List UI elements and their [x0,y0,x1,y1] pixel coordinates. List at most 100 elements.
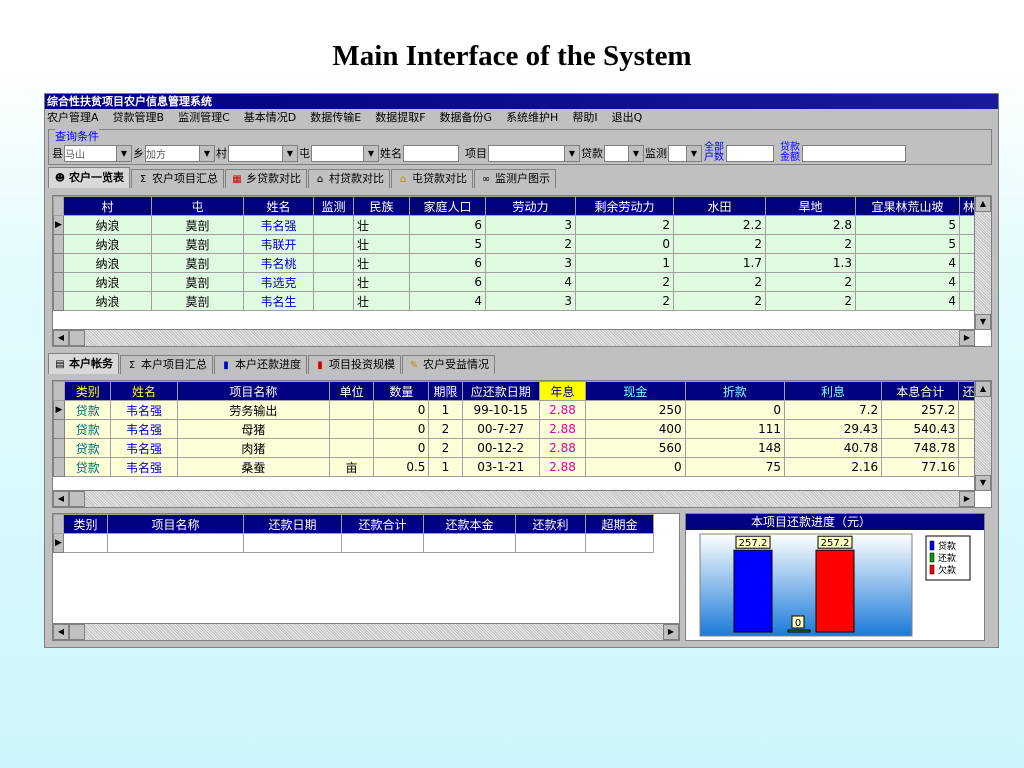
table-row[interactable]: 纳浪 莫剖 韦名桃 壮 6 3 1 1.7 1.3 4 [53,253,976,273]
tab-household-list[interactable]: ☻ 农户一览表 [48,167,130,188]
scroll-left-icon[interactable]: ◀ [53,330,69,346]
tab-township-loan-compare[interactable]: ▦ 乡贷款对比 [225,169,307,188]
tun-select[interactable]: ▼ [311,144,379,162]
menu-item-data-transfer[interactable]: 数据传输E [310,109,361,126]
column-header[interactable]: 监测 [313,196,354,216]
tab-investment-scale[interactable]: ▮ 项目投资规模 [308,355,401,374]
table-row[interactable]: ▶ 贷款 韦名强 劳务输出 0 1 99-10-15 2.88 250 0 7.2 257.2 [53,400,975,420]
column-header[interactable]: 还款日期 [243,514,342,534]
tab-household-benefit[interactable]: ✎ 农户受益情况 [402,355,495,374]
chevron-down-icon[interactable]: ▼ [363,145,378,161]
tab-monitor-chart[interactable]: ∞ 监测户图示 [474,169,556,188]
scroll-thumb[interactable] [69,624,85,640]
all-households-field[interactable] [726,144,774,162]
menu-item-data-extract[interactable]: 数据提取F [375,109,425,126]
household-vscroll[interactable]: ▲ ▼ [974,196,991,330]
table-row[interactable]: 纳浪 莫剖 韦联开壮 5 2 0 2 2 5 [53,234,976,254]
column-header[interactable]: 期限 [428,381,463,401]
loan-label: 贷款 [581,147,603,160]
column-header[interactable]: 类别 [64,381,112,401]
table-row[interactable]: 贷款 韦名强 桑蚕亩 0.5 1 03-1-21 2.88 0 75 2.16 77.16 [53,457,975,477]
column-header[interactable]: 旱地 [765,196,856,216]
chevron-down-icon[interactable]: ▼ [686,145,701,161]
table-row[interactable]: 纳浪 莫剖 韦选克壮 6 4 2 2 2 4 [53,272,976,292]
account-vscroll[interactable]: ▲ ▼ [974,381,991,491]
scroll-down-icon[interactable]: ▼ [975,314,991,330]
column-header[interactable]: 屯 [151,196,244,216]
repay-hscroll[interactable]: ◀ ▶ [53,623,679,640]
tab-household-project-summary[interactable]: Σ 农户项目汇总 [131,169,224,188]
column-header[interactable]: 超期金 [585,514,654,534]
column-header[interactable]: 姓名 [243,196,314,216]
household-hscroll[interactable]: ◀ ▶ [53,329,975,346]
column-header[interactable]: 村 [63,196,152,216]
column-header[interactable]: 劳动力 [485,196,576,216]
name-input[interactable] [403,144,459,162]
column-header[interactable]: 水田 [673,196,766,216]
chevron-down-icon[interactable]: ▼ [199,145,214,161]
table-row[interactable]: 贷款 韦名强 肉猪 0 2 00-12-2 2.88 560 148 40.78 748.78 [53,438,975,458]
column-header[interactable]: 姓名 [110,381,178,401]
chevron-down-icon[interactable]: ▼ [628,145,643,161]
table-row[interactable]: ▶ 纳浪 莫剖 韦名强 壮 6 3 2 2.2 2.8 5 [53,215,976,235]
column-header[interactable]: 还款利 [515,514,586,534]
table-cell [313,253,354,273]
chevron-down-icon[interactable]: ▼ [282,145,297,161]
menu-item-basic-info[interactable]: 基本情况D [244,109,296,126]
column-header[interactable]: 宜果林荒山坡 [855,196,960,216]
menu-item-help[interactable]: 帮助I [572,109,597,126]
column-header[interactable]: 本息合计 [881,381,960,401]
tab-village-loan-compare[interactable]: ⌂ 村贷款对比 [308,169,390,188]
tab-repayment-progress[interactable]: ▮ 本户还款进度 [214,355,307,374]
column-header[interactable]: 还款合计 [341,514,424,534]
scroll-right-icon[interactable]: ▶ [959,330,975,346]
column-header[interactable]: 剩余劳动力 [575,196,674,216]
account-hscroll[interactable]: ◀ ▶ [53,490,975,507]
menu-item-system[interactable]: 系统维护H [506,109,558,126]
column-header[interactable]: 数量 [373,381,430,401]
column-header[interactable]: 家庭人口 [409,196,486,216]
column-header[interactable]: 应还款日期 [461,381,540,401]
table-row[interactable]: 贷款 韦名强 母猪 0 2 00-7-27 2.88 400 111 29.43 540.43 [53,419,975,439]
scroll-left-icon[interactable]: ◀ [53,624,69,640]
column-header[interactable]: 现金 [585,381,686,401]
column-header[interactable]: 折款 [684,381,785,401]
table-row[interactable]: ▶ [53,533,654,553]
menu-item-loan[interactable]: 贷款管理B [113,109,165,126]
scroll-thumb[interactable] [69,491,85,507]
table-row[interactable]: 纳浪 莫剖 韦名生壮 4 3 2 2 2 4 [53,291,976,311]
scroll-down-icon[interactable]: ▼ [975,475,991,491]
chevron-down-icon[interactable]: ▼ [564,145,579,161]
tab-tun-loan-compare[interactable]: ⌂ 屯贷款对比 [391,169,473,188]
tab-household-project-summary-2[interactable]: Σ 本户项目汇总 [120,355,213,374]
menu-item-monitor[interactable]: 监测管理C [178,109,230,126]
column-header[interactable]: 民族 [353,196,410,216]
scroll-right-icon[interactable]: ▶ [959,491,975,507]
menu-item-exit[interactable]: 退出Q [612,109,643,126]
column-header[interactable]: 利息 [783,381,883,401]
scroll-thumb[interactable] [69,330,85,346]
column-header[interactable]: 单位 [329,381,375,401]
column-header[interactable]: 还款本金 [423,514,516,534]
township-select[interactable]: 加方 ▼ [145,144,215,162]
scroll-up-icon[interactable]: ▲ [975,196,991,212]
loan-select[interactable]: ▼ [604,144,644,162]
column-header[interactable]: 年息 [538,381,587,401]
menu-item-household[interactable]: 农户管理A [47,109,99,126]
column-header[interactable]: 还 [958,381,975,401]
village-select[interactable]: ▼ [228,144,298,162]
project-select[interactable]: ▼ [488,144,580,162]
tab-household-accounts[interactable]: ▤ 本户帐务 [48,353,119,374]
column-header[interactable]: 项目名称 [107,514,244,534]
column-header[interactable]: 类别 [63,514,108,534]
scroll-up-icon[interactable]: ▲ [975,381,991,397]
table-cell: 桑蚕 [176,457,331,477]
monitor-select[interactable]: ▼ [668,144,702,162]
chevron-down-icon[interactable]: ▼ [116,145,131,161]
menu-item-data-backup[interactable]: 数据备份G [440,109,493,126]
loan-amount-field[interactable] [802,144,906,162]
column-header[interactable]: 项目名称 [176,381,331,401]
scroll-right-icon[interactable]: ▶ [663,624,679,640]
county-select[interactable]: 马山 ▼ [64,144,132,162]
scroll-left-icon[interactable]: ◀ [53,491,69,507]
